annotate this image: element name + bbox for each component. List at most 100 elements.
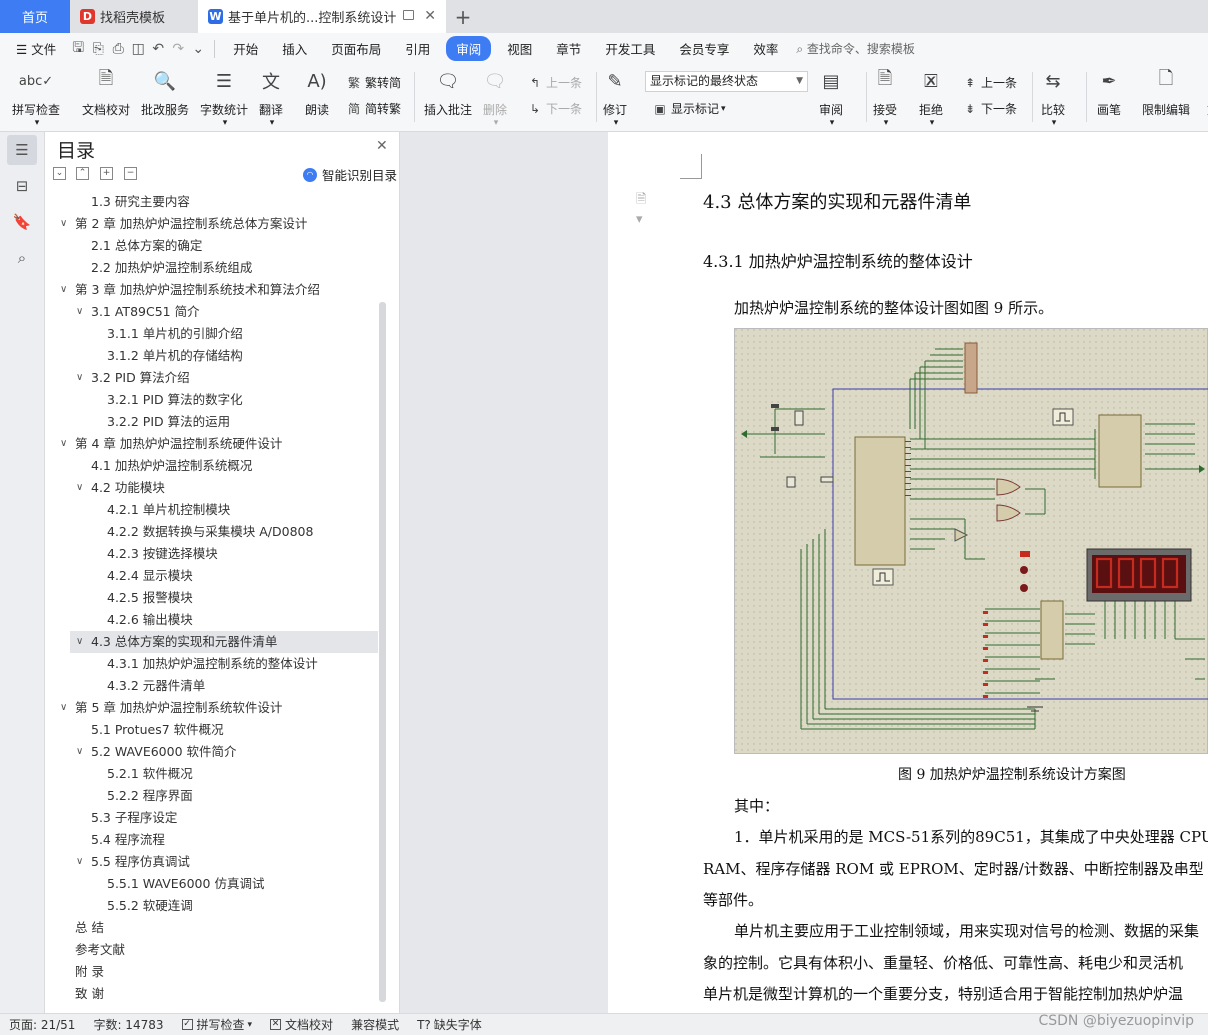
toc-item[interactable]: 5.3 子程序设定 (45, 807, 375, 829)
chevron-down-icon[interactable]: ∨ (76, 631, 83, 653)
toc-item[interactable]: 3.1.1 单片机的引脚介绍 (45, 323, 375, 345)
reject-button[interactable]: 🗷 拒绝 ▾ (918, 68, 944, 129)
pen-button[interactable]: ✒ 画笔 (1096, 68, 1122, 118)
toc-item[interactable]: 4.2.6 输出模块 (45, 609, 375, 631)
paragraph-options-icon[interactable]: 🗎▾ (636, 190, 650, 227)
close-tab-icon[interactable]: ✕ (424, 8, 436, 24)
paragraph-line-2[interactable]: RAM、程序存储器 ROM 或 EPROM、定时器/计数器、中断控制器及串型 (703, 858, 1204, 879)
toc-item[interactable]: ∨ 第 2 章 加热炉炉温控制系统总体方案设计 (45, 213, 375, 235)
chevron-down-icon[interactable]: ▾ (223, 118, 228, 128)
restrict-edit-button[interactable]: 🗋 限制编辑 (1142, 68, 1190, 118)
toc-item[interactable]: ∨ 5.2 WAVE6000 软件简介 (45, 741, 375, 763)
chevron-down-icon[interactable]: ∨ (76, 741, 83, 763)
show-markup-button[interactable]: ▣ 显示标记 ▾ (652, 100, 726, 117)
toc-item[interactable]: 总 结 (45, 917, 375, 939)
menu-start[interactable]: 开始 (221, 39, 270, 58)
chevron-down-icon[interactable]: ∨ (76, 477, 83, 499)
review-pane-button[interactable]: ▤ 审阅 ▾ (818, 68, 844, 129)
toc-item[interactable]: 5.4 程序流程 (45, 829, 375, 851)
redo-icon[interactable]: ↷ (168, 39, 188, 59)
toc-item[interactable]: ∨ 第 5 章 加热炉炉温控制系统软件设计 (45, 697, 375, 719)
toc-item[interactable]: 4.1 加热炉炉温控制系统概况 (45, 455, 375, 477)
command-search[interactable]: ⌕ 查找命令、搜索模板 (796, 40, 915, 57)
toc-item[interactable]: 1.3 研究主要内容 (45, 191, 375, 213)
chevron-down-icon[interactable]: ▾ (614, 118, 619, 128)
toc-item[interactable]: 5.2.2 程序界面 (45, 785, 375, 807)
toc-item[interactable]: 附 录 (45, 961, 375, 983)
paragraph-line-4[interactable]: 单片机主要应用于工业控制领域，用来实现对信号的检测、数据的采集 (734, 920, 1199, 941)
word-count[interactable]: 字数: 14783 (84, 1016, 172, 1033)
chevron-down-icon[interactable]: ▾ (494, 118, 499, 128)
heading-4-3-1[interactable]: 4.3.1 加热炉炉温控制系统的整体设计 (703, 248, 973, 272)
menu-developer[interactable]: 开发工具 (593, 39, 667, 58)
tab-home[interactable]: 首页 (0, 0, 70, 33)
toc-item[interactable]: 3.1.2 单片机的存储结构 (45, 345, 375, 367)
toc-item[interactable]: ∨ 4.3 总体方案的实现和元器件清单 (70, 631, 378, 653)
heading-4-3[interactable]: 4.3 总体方案的实现和元器件清单 (703, 188, 971, 214)
toc-item[interactable]: ∨ 第 3 章 加热炉炉温控制系统技术和算法介绍 (45, 279, 375, 301)
toc-item[interactable]: 致 谢 (45, 983, 375, 1005)
paragraph-intro[interactable]: 加热炉炉温控制系统的整体设计图如图 9 所示。 (734, 297, 1053, 318)
chevron-down-icon[interactable]: ∨ (60, 213, 67, 235)
preview-icon[interactable]: ◫ (128, 39, 148, 59)
page-indicator[interactable]: 页面: 21/51 (0, 1016, 84, 1033)
chevron-down-icon[interactable]: ∨ (60, 433, 67, 455)
toc-item[interactable]: 5.1 Protues7 软件概况 (45, 719, 375, 741)
toc-item[interactable]: 4.2.4 显示模块 (45, 565, 375, 587)
circuit-schematic-image[interactable] (734, 328, 1208, 755)
menu-insert[interactable]: 插入 (270, 39, 319, 58)
chevron-down-icon[interactable]: ∨ (60, 279, 67, 301)
file-menu[interactable]: ☰ 文件 (0, 39, 68, 58)
toc-item[interactable]: 3.2.2 PID 算法的运用 (45, 411, 375, 433)
markup-state-select[interactable]: 显示标记的最终状态 ▼ (645, 71, 808, 92)
menu-reference[interactable]: 引用 (393, 39, 442, 58)
bookmark-icon[interactable]: 🔖 (7, 207, 37, 237)
next-comment-button[interactable]: ↳ 下一条 (527, 100, 582, 117)
chevron-down-icon[interactable]: ▾ (884, 118, 889, 128)
compare-button[interactable]: ⇆ 比较 ▾ (1040, 68, 1066, 129)
toc-item[interactable]: 3.2.1 PID 算法的数字化 (45, 389, 375, 411)
window-mode-icon[interactable] (403, 10, 414, 20)
collapse-all-icon[interactable]: ⌄ (53, 167, 66, 180)
menu-view[interactable]: 视图 (495, 39, 544, 58)
read-aloud-button[interactable]: A) 朗读 (304, 68, 330, 118)
paragraph-line-6[interactable]: 单片机是微型计算机的一个重要分支，特别适合用于智能控制加热炉炉温 (703, 983, 1183, 1004)
chevron-down-icon[interactable]: ∨ (76, 301, 83, 323)
translate-button[interactable]: 文翻译 ▾ (258, 68, 284, 128)
paragraph-line-1[interactable]: 1．单片机采用的是 MCS-51系列的89C51，其集成了中央处理器 CPU (734, 826, 1208, 847)
outline-icon[interactable]: ⊟ (7, 171, 37, 201)
tab-document[interactable]: W 基于单片机的...控制系统设计 ✕ (198, 0, 446, 33)
revise-button[interactable]: ✎ 修订 ▾ (602, 68, 628, 129)
t2s-button[interactable]: 繁繁转简 (346, 74, 401, 91)
chevron-down-icon[interactable]: ▾ (1052, 118, 1057, 128)
toc-item[interactable]: 4.2.5 报警模块 (45, 587, 375, 609)
chevron-down-icon[interactable]: ∨ (76, 367, 83, 389)
chevron-down-icon[interactable]: ▾ (830, 118, 835, 128)
toc-item[interactable]: 5.2.1 软件概况 (45, 763, 375, 785)
prev-change-button[interactable]: ⇞ 上一条 (962, 74, 1017, 91)
next-change-button[interactable]: ⇟ 下一条 (962, 100, 1017, 117)
toc-item[interactable]: ∨ 3.1 AT89C51 简介 (45, 301, 375, 323)
spell-check-button[interactable]: abc✓ 拼写检查 ▾ (12, 68, 60, 129)
expand-up-icon[interactable]: ⌃ (76, 167, 89, 180)
smart-toc-button[interactable]: ◠ 智能识别目录 (303, 165, 397, 184)
toc-item[interactable]: 4.3.1 加热炉炉温控制系统的整体设计 (45, 653, 375, 675)
find-icon[interactable]: ⌕ (7, 243, 37, 273)
wordcount-button[interactable]: ☰ 字数统计 ▾ (200, 68, 248, 129)
toc-item[interactable]: 5.5.2 软硬连调 (45, 895, 375, 917)
batch-button[interactable]: 🔍 批改服务 (141, 68, 189, 118)
prev-comment-button[interactable]: ↰ 上一条 (527, 74, 582, 91)
undo-icon[interactable]: ↶ (148, 39, 168, 59)
toc-item[interactable]: 4.3.2 元器件清单 (45, 675, 375, 697)
toc-item[interactable]: 2.2 加热炉炉温控制系统组成 (45, 257, 375, 279)
remove-level-icon[interactable]: − (124, 167, 137, 180)
accept-button[interactable]: 🗎 接受 ▾ (872, 68, 898, 128)
tab-template[interactable]: D 找稻壳模板 (70, 0, 198, 33)
missing-font[interactable]: T? 缺失字体 (408, 1016, 491, 1033)
close-icon[interactable]: ✕ (376, 138, 388, 154)
insert-comment-button[interactable]: 🗨 插入批注 (424, 68, 472, 118)
toc-item[interactable]: ∨ 5.5 程序仿真调试 (45, 851, 375, 873)
toc-panel-icon[interactable]: ☰ (7, 135, 37, 165)
chevron-down-icon[interactable]: ▾ (721, 104, 726, 114)
menu-layout[interactable]: 页面布局 (319, 39, 393, 58)
